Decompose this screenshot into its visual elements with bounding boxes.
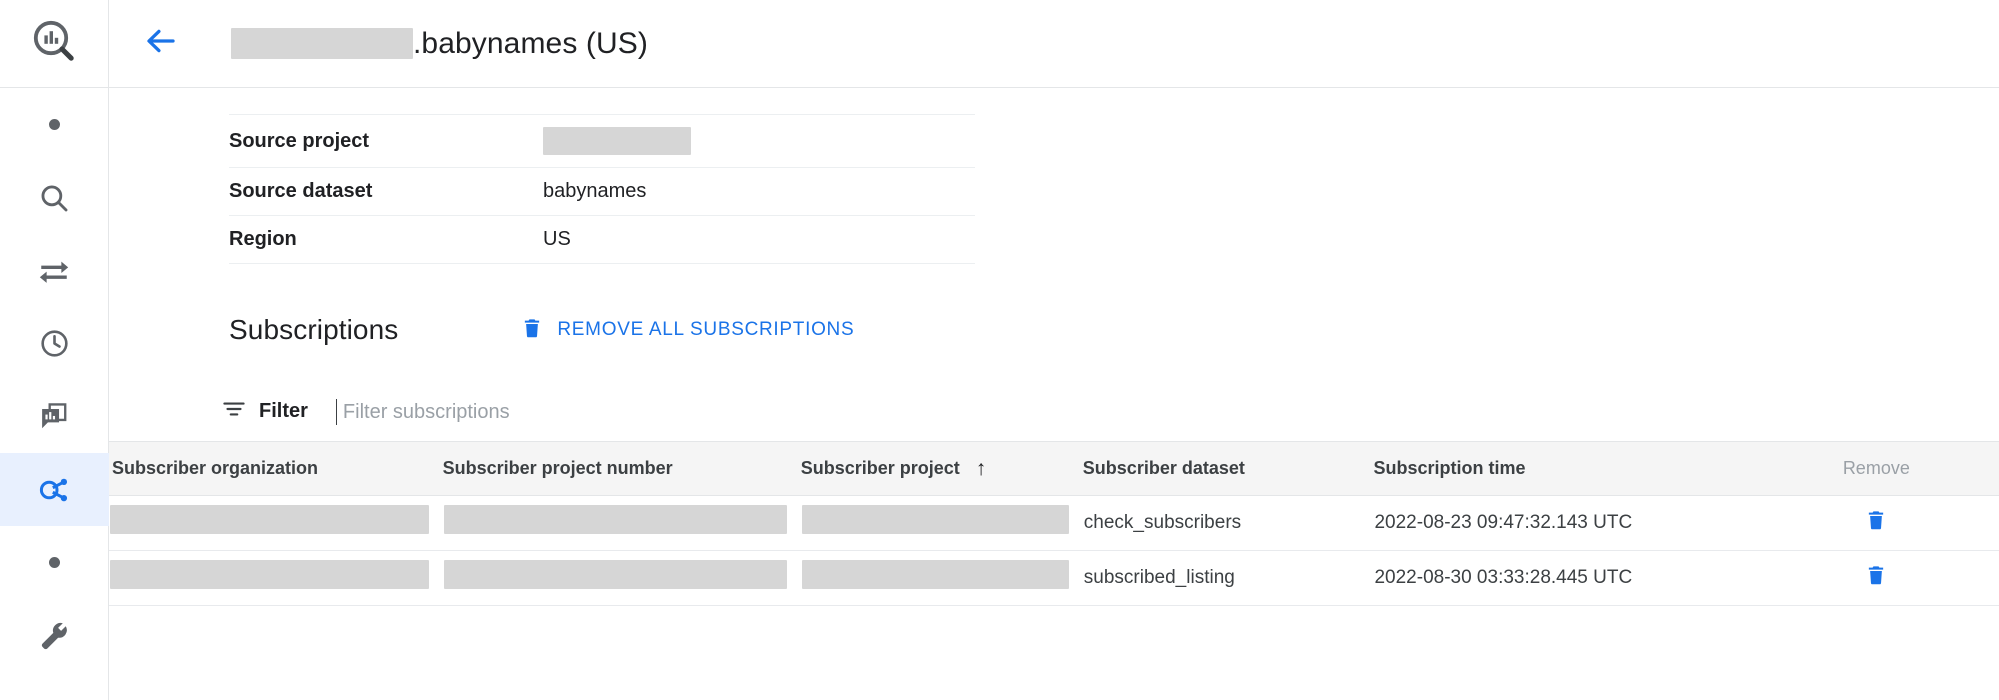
redacted-subscriber-project-number — [444, 560, 787, 589]
cell-subscriber-dataset: check_subscribers — [1083, 495, 1374, 550]
subscriptions-table-body: check_subscribers 2022-08-23 09:47:32.14… — [109, 495, 1999, 605]
cell-subscription-time: 2022-08-30 03:33:28.445 UTC — [1373, 550, 1753, 605]
table-row[interactable]: subscribed_listing 2022-08-30 03:33:28.4… — [109, 550, 1999, 605]
dot-icon — [49, 119, 60, 130]
detail-key-region: Region — [229, 216, 543, 264]
sidebar-item-settings[interactable] — [0, 599, 109, 672]
remove-subscription-button[interactable] — [1865, 508, 1887, 538]
redacted-subscriber-project-number — [444, 505, 787, 534]
main-content: .babynames (US) Source project Source da… — [109, 0, 1999, 700]
column-header-subscriber-project[interactable]: Subscriber project ↑ — [801, 442, 1083, 495]
cell-subscriber-project-number — [443, 550, 801, 605]
sort-ascending-icon: ↑ — [976, 458, 987, 479]
content-body: Source project Source dataset babynames … — [109, 114, 1999, 606]
column-label-remove: Remove — [1843, 458, 1910, 478]
remove-all-subscriptions-button[interactable]: REMOVE ALL SUBSCRIPTIONS — [521, 316, 854, 345]
sidebar-item-dot-bottom[interactable] — [0, 526, 109, 599]
cell-subscriber-project — [801, 495, 1083, 550]
left-nav-rail — [0, 0, 109, 700]
cell-remove — [1754, 495, 1999, 550]
subscriptions-header: Subscriptions REMOVE ALL SUBSCRIPTIONS — [229, 314, 1999, 346]
filter-label: Filter — [259, 400, 308, 423]
redacted-subscriber-project — [802, 560, 1069, 589]
column-header-subscriber-organization[interactable]: Subscriber organization — [109, 442, 443, 495]
table-header-row: Subscriber organization Subscriber proje… — [109, 442, 1999, 495]
page-title: .babynames (US) — [231, 27, 648, 61]
cell-subscriber-organization — [109, 550, 443, 605]
remove-subscription-button[interactable] — [1865, 563, 1887, 593]
redacted-project-name — [231, 28, 413, 59]
column-label-subscriber-project-number: Subscriber project number — [443, 458, 673, 478]
detail-key-source-project: Source project — [229, 115, 543, 168]
detail-value-source-dataset: babynames — [543, 168, 975, 216]
wrench-icon — [37, 619, 71, 653]
sidebar-item-scheduled-queries[interactable] — [0, 307, 109, 380]
page-header: .babynames (US) — [109, 0, 1999, 88]
page-title-suffix: .babynames (US) — [413, 27, 648, 61]
cell-subscriber-dataset: subscribed_listing — [1083, 550, 1374, 605]
subscriptions-table: Subscriber organization Subscriber proje… — [109, 442, 1999, 606]
trash-icon — [521, 316, 543, 345]
scheduled-queries-clock-icon — [38, 327, 71, 360]
app-root: .babynames (US) Source project Source da… — [0, 0, 1999, 700]
cell-remove — [1754, 550, 1999, 605]
detail-row-source-project: Source project — [229, 115, 975, 168]
filter-bar: Filter — [109, 382, 1999, 442]
cell-subscription-time: 2022-08-23 09:47:32.143 UTC — [1373, 495, 1753, 550]
sidebar-item-analytics-hub[interactable] — [0, 380, 109, 453]
column-label-subscription-time: Subscription time — [1373, 458, 1525, 478]
subscriptions-title: Subscriptions — [229, 314, 398, 346]
sidebar-item-dot-top[interactable] — [0, 88, 109, 161]
bigquery-logo-icon — [30, 17, 78, 70]
back-button[interactable] — [133, 16, 189, 72]
listing-details-table: Source project Source dataset babynames … — [229, 114, 975, 264]
arrow-left-icon — [143, 23, 179, 64]
column-header-subscriber-project-number[interactable]: Subscriber project number — [443, 442, 801, 495]
column-label-subscriber-dataset: Subscriber dataset — [1083, 458, 1245, 478]
detail-row-source-dataset: Source dataset babynames — [229, 168, 975, 216]
trash-icon — [1865, 563, 1887, 593]
trash-icon — [1865, 508, 1887, 538]
sidebar-item-transfers[interactable] — [0, 234, 109, 307]
analytics-hub-icon — [38, 400, 71, 433]
filter-subscriptions-input[interactable] — [336, 399, 856, 425]
dot-icon — [49, 557, 60, 568]
cell-subscriber-project — [801, 550, 1083, 605]
detail-key-source-dataset: Source dataset — [229, 168, 543, 216]
column-header-remove: Remove — [1754, 442, 1999, 495]
column-header-subscription-time[interactable]: Subscription time — [1373, 442, 1753, 495]
redacted-subscriber-organization — [110, 505, 429, 534]
rail-items — [0, 88, 108, 672]
detail-value-region: US — [543, 216, 975, 264]
detail-value-source-project — [543, 115, 975, 168]
bigquery-logo[interactable] — [0, 0, 108, 88]
search-icon — [37, 181, 71, 215]
subscriptions-table-head: Subscriber organization Subscriber proje… — [109, 442, 1999, 495]
filter-icon — [221, 396, 247, 427]
remove-all-subscriptions-label: REMOVE ALL SUBSCRIPTIONS — [557, 319, 854, 341]
cell-subscriber-organization — [109, 495, 443, 550]
sidebar-item-subscriptions[interactable] — [0, 453, 109, 526]
redacted-subscriber-project — [802, 505, 1069, 534]
redacted-source-project — [543, 127, 691, 155]
subscriptions-share-icon — [36, 472, 72, 508]
column-label-subscriber-project: Subscriber project — [801, 458, 960, 479]
sidebar-item-search[interactable] — [0, 161, 109, 234]
column-header-subscriber-dataset[interactable]: Subscriber dataset — [1083, 442, 1374, 495]
column-label-subscriber-organization: Subscriber organization — [109, 458, 318, 478]
table-row[interactable]: check_subscribers 2022-08-23 09:47:32.14… — [109, 495, 1999, 550]
redacted-subscriber-organization — [110, 560, 429, 589]
filter-button[interactable]: Filter — [221, 396, 308, 427]
cell-subscriber-project-number — [443, 495, 801, 550]
transfers-icon — [37, 254, 71, 288]
detail-row-region: Region US — [229, 216, 975, 264]
